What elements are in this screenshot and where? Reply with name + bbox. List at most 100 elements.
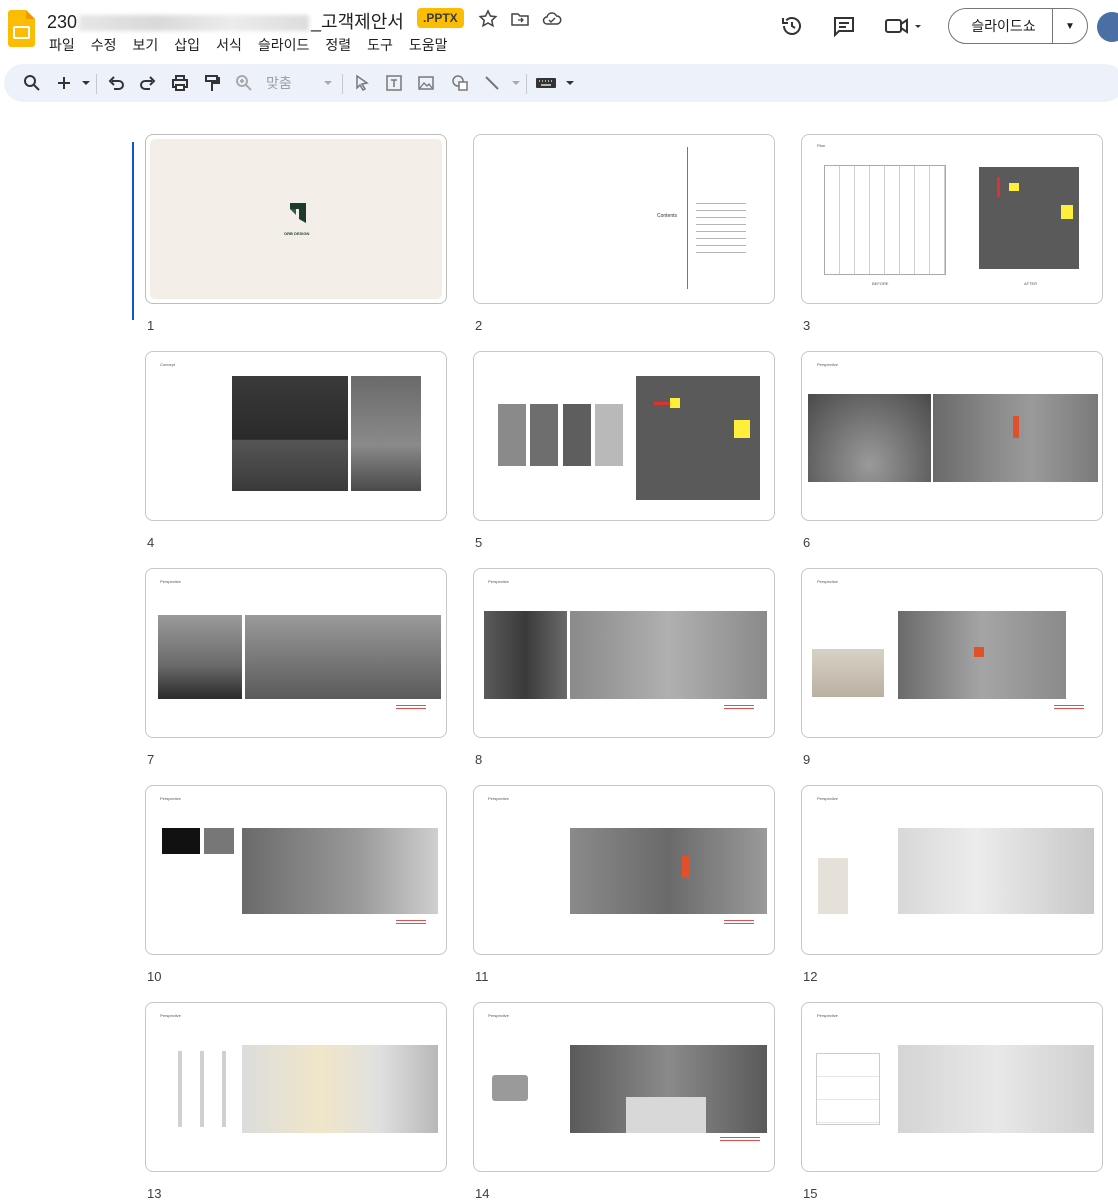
undo-icon[interactable] <box>106 73 126 93</box>
after-label: AFTER <box>1024 281 1038 286</box>
slide-thumbnail[interactable]: Perspective <box>801 351 1103 521</box>
divider <box>96 74 97 94</box>
new-slide-icon[interactable] <box>54 73 74 93</box>
zoom-dropdown-icon[interactable] <box>318 73 332 93</box>
slide-title: Perspective <box>817 362 838 367</box>
menu-tools[interactable]: 도구 <box>367 35 393 55</box>
avatar[interactable] <box>1097 12 1118 42</box>
toolbar: 맞춤 <box>4 64 1118 102</box>
material-swatch <box>595 404 623 466</box>
slide-thumbnail[interactable]: Contents <box>473 134 775 304</box>
slide-thumbnail[interactable]: Perspective <box>801 568 1103 738</box>
perspective-render <box>158 615 242 699</box>
keyboard-icon[interactable] <box>534 73 558 93</box>
slide-thumbnail[interactable]: Perspective <box>473 785 775 955</box>
perspective-render <box>570 611 767 699</box>
annotation <box>396 918 426 926</box>
search-icon[interactable] <box>22 73 42 93</box>
line-dropdown-icon[interactable] <box>506 73 520 93</box>
perspective-render <box>898 828 1094 914</box>
slide-title: Plan <box>817 143 826 148</box>
slide-title: Perspective <box>488 1013 509 1018</box>
version-history-icon[interactable] <box>780 14 804 38</box>
slide-title: Perspective <box>160 1013 181 1018</box>
perspective-render <box>570 1045 767 1133</box>
material-swatch <box>818 858 848 914</box>
paint-format-icon[interactable] <box>202 73 222 93</box>
slide-thumbnail[interactable]: ORB DESIGN <box>145 134 447 304</box>
select-cursor-icon[interactable] <box>352 73 372 93</box>
menu-edit[interactable]: 수정 <box>91 35 117 55</box>
slide-number: 8 <box>475 752 483 767</box>
perspective-render <box>570 828 767 914</box>
slide-thumbnail[interactable]: Perspective <box>473 1002 775 1172</box>
perspective-render <box>898 1045 1094 1133</box>
slide-title: Perspective <box>817 796 838 801</box>
contents-heading: Contents <box>657 213 678 219</box>
slide-number: 15 <box>803 1186 818 1201</box>
slide-title: Perspective <box>817 579 838 584</box>
slide-thumbnail[interactable]: Plan BEFORE AFTER <box>801 134 1103 304</box>
line-icon[interactable] <box>482 73 502 93</box>
new-slide-dropdown-icon[interactable] <box>76 73 90 93</box>
slides-logo-icon[interactable] <box>8 10 35 47</box>
slide-thumbnail[interactable]: Perspective <box>145 785 447 955</box>
floor-plan-after <box>979 167 1079 269</box>
title-suffix: _고객제안서 <box>311 12 404 32</box>
redacted-title <box>79 15 310 32</box>
cloud-saved-icon[interactable] <box>542 9 562 29</box>
comments-icon[interactable] <box>832 14 856 38</box>
image-icon[interactable] <box>416 73 436 93</box>
star-icon[interactable] <box>478 9 498 29</box>
perspective-render <box>933 394 1098 482</box>
menu-view[interactable]: 보기 <box>133 35 159 55</box>
menu-file[interactable]: 파일 <box>49 35 75 55</box>
zoom-icon[interactable] <box>234 73 254 93</box>
menu-arrange[interactable]: 정렬 <box>325 35 351 55</box>
perspective-render <box>808 394 931 482</box>
brand-name: ORB DESIGN <box>284 231 310 236</box>
text-box-icon[interactable] <box>384 73 404 93</box>
product-images <box>160 1051 240 1127</box>
document-title[interactable]: 230 _고객제안서 <box>47 8 404 34</box>
slide-thumbnail[interactable]: Perspective <box>145 1002 447 1172</box>
menu-format[interactable]: 서식 <box>216 35 242 55</box>
material-swatch <box>498 404 526 466</box>
divider <box>342 74 343 94</box>
annotation <box>724 703 754 711</box>
slideshow-button[interactable]: 슬라이드쇼 ▼ <box>948 8 1088 44</box>
move-folder-icon[interactable] <box>510 9 530 29</box>
slide-number: 2 <box>475 318 483 333</box>
meet-icon[interactable] <box>884 14 924 38</box>
perspective-render <box>812 649 884 697</box>
menu-insert[interactable]: 삽입 <box>174 35 200 55</box>
slide-number: 4 <box>147 535 155 550</box>
print-icon[interactable] <box>170 73 190 93</box>
menu-help[interactable]: 도움말 <box>409 35 448 55</box>
menu-bar: 파일 수정 보기 삽입 서식 슬라이드 정렬 도구 도움말 <box>49 35 464 55</box>
before-label: BEFORE <box>872 281 889 286</box>
slide-thumbnail[interactable]: Concept <box>145 351 447 521</box>
concept-image <box>232 376 348 491</box>
slide-thumbnail[interactable]: Perspective <box>801 1002 1103 1172</box>
slide-title: Perspective <box>817 1013 838 1018</box>
slide-number: 10 <box>147 969 162 984</box>
brand-logo-icon <box>290 203 306 223</box>
shape-icon[interactable] <box>450 73 470 93</box>
slide-thumbnail[interactable]: Perspective <box>473 568 775 738</box>
slide-thumbnail[interactable]: Perspective <box>145 568 447 738</box>
redo-icon[interactable] <box>138 73 158 93</box>
zoom-select[interactable]: 맞춤 <box>266 73 292 93</box>
slideshow-dropdown-icon[interactable]: ▼ <box>1053 21 1087 32</box>
floor-plan <box>636 376 760 500</box>
slide-number: 9 <box>803 752 811 767</box>
slide-thumbnail[interactable] <box>473 351 775 521</box>
input-tools-dropdown-icon[interactable] <box>560 73 574 93</box>
menu-slide[interactable]: 슬라이드 <box>258 35 310 55</box>
slide-thumbnail[interactable]: Perspective <box>801 785 1103 955</box>
product-image <box>204 828 234 854</box>
slide-number: 1 <box>147 318 155 333</box>
product-image <box>492 1075 528 1101</box>
slide-number: 13 <box>147 1186 162 1201</box>
slide-number: 5 <box>475 535 483 550</box>
